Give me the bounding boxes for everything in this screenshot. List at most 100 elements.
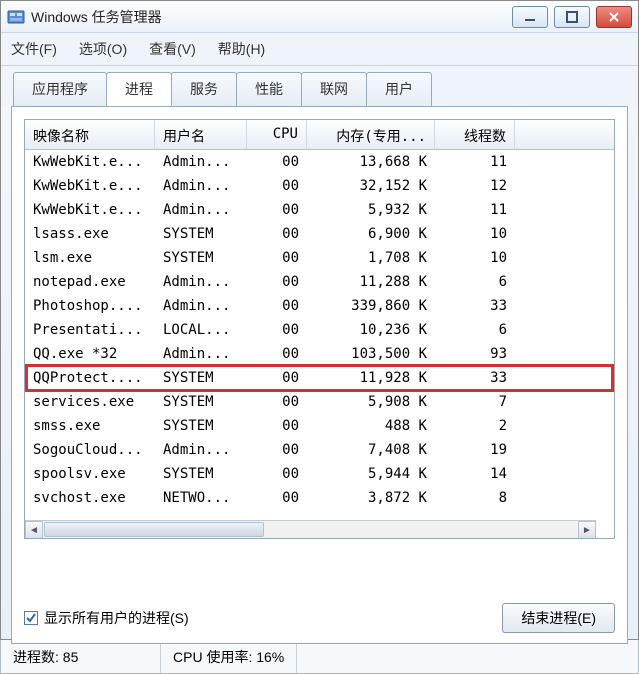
cell-cpu: 00: [247, 488, 307, 508]
app-icon: [7, 8, 25, 26]
col-user[interactable]: 用户名: [155, 120, 247, 149]
cell-thr: 7: [435, 392, 515, 412]
cell-user: SYSTEM: [155, 464, 247, 484]
tab-networking[interactable]: 联网: [301, 72, 367, 106]
cell-thr: 14: [435, 464, 515, 484]
cell-mem: 5,908 K: [307, 392, 435, 412]
titlebar[interactable]: Windows 任务管理器: [1, 1, 638, 33]
cell-cpu: 00: [247, 464, 307, 484]
window-title: Windows 任务管理器: [31, 7, 162, 27]
cell-mem: 103,500 K: [307, 344, 435, 364]
col-image-name[interactable]: 映像名称: [25, 120, 155, 149]
menu-options[interactable]: 选项(O): [75, 37, 131, 61]
cell-user: Admin...: [155, 272, 247, 292]
cell-name: notepad.exe: [25, 272, 155, 292]
cell-thr: 12: [435, 176, 515, 196]
cell-mem: 10,236 K: [307, 320, 435, 340]
tab-processes[interactable]: 进程: [106, 72, 172, 106]
cell-mem: 13,668 K: [307, 152, 435, 172]
menu-help[interactable]: 帮助(H): [214, 37, 269, 61]
table-row[interactable]: services.exeSYSTEM005,908 K7: [25, 390, 614, 414]
cell-cpu: 00: [247, 440, 307, 460]
close-button[interactable]: [596, 6, 632, 28]
cell-name: svchost.exe: [25, 488, 155, 508]
cell-cpu: 00: [247, 296, 307, 316]
col-cpu[interactable]: CPU: [247, 120, 307, 149]
table-row[interactable]: svchost.exeNETWO...003,872 K8: [25, 486, 614, 510]
col-threads[interactable]: 线程数: [435, 120, 515, 149]
panel-bottom: 显示所有用户的进程(S) 结束进程(E): [24, 603, 615, 633]
end-process-button[interactable]: 结束进程(E): [502, 603, 615, 633]
scroll-thumb[interactable]: [44, 522, 264, 537]
table-row[interactable]: QQProtect....SYSTEM0011,928 K33: [25, 366, 614, 390]
scroll-track[interactable]: [265, 521, 578, 538]
menu-view[interactable]: 查看(V): [145, 37, 200, 61]
cell-mem: 6,900 K: [307, 224, 435, 244]
window-controls: [512, 6, 632, 28]
cell-user: NETWO...: [155, 488, 247, 508]
minimize-button[interactable]: [512, 6, 548, 28]
cell-name: spoolsv.exe: [25, 464, 155, 484]
cell-user: SYSTEM: [155, 416, 247, 436]
table-row[interactable]: QQ.exe *32Admin...00103,500 K93: [25, 342, 614, 366]
cell-user: SYSTEM: [155, 368, 247, 388]
table-body[interactable]: KwWebKit.e...Admin...0013,668 K11KwWebKi…: [25, 150, 614, 510]
menu-file[interactable]: 文件(F): [7, 37, 61, 61]
table-row[interactable]: smss.exeSYSTEM00488 K2: [25, 414, 614, 438]
table-row[interactable]: Photoshop....Admin...00339,860 K33: [25, 294, 614, 318]
col-memory[interactable]: 内存(专用...: [307, 120, 435, 149]
cell-user: SYSTEM: [155, 248, 247, 268]
tab-users[interactable]: 用户: [366, 72, 432, 106]
tab-services[interactable]: 服务: [171, 72, 237, 106]
cell-user: Admin...: [155, 296, 247, 316]
cell-user: Admin...: [155, 200, 247, 220]
cell-mem: 11,928 K: [307, 368, 435, 388]
tab-applications[interactable]: 应用程序: [13, 72, 107, 106]
horizontal-scrollbar[interactable]: ◄ ►: [25, 520, 596, 538]
cell-user: SYSTEM: [155, 224, 247, 244]
tabbar: 应用程序 进程 服务 性能 联网 用户: [1, 66, 638, 106]
cell-thr: 11: [435, 200, 515, 220]
cell-name: KwWebKit.e...: [25, 200, 155, 220]
table-row[interactable]: KwWebKit.e...Admin...0032,152 K12: [25, 174, 614, 198]
cell-cpu: 00: [247, 248, 307, 268]
table-row[interactable]: Presentati...LOCAL...0010,236 K6: [25, 318, 614, 342]
table-row[interactable]: notepad.exeAdmin...0011,288 K6: [25, 270, 614, 294]
status-cpu-usage: CPU 使用率: 16%: [161, 640, 297, 673]
cell-mem: 339,860 K: [307, 296, 435, 316]
cell-cpu: 00: [247, 176, 307, 196]
scroll-left-arrow[interactable]: ◄: [25, 521, 43, 539]
cell-thr: 93: [435, 344, 515, 364]
cell-cpu: 00: [247, 224, 307, 244]
cell-user: Admin...: [155, 176, 247, 196]
cell-thr: 19: [435, 440, 515, 460]
cell-thr: 10: [435, 248, 515, 268]
tab-performance[interactable]: 性能: [236, 72, 302, 106]
table-row[interactable]: spoolsv.exeSYSTEM005,944 K14: [25, 462, 614, 486]
table-row[interactable]: KwWebKit.e...Admin...005,932 K11: [25, 198, 614, 222]
cell-thr: 11: [435, 152, 515, 172]
show-all-users-checkbox[interactable]: [24, 611, 38, 625]
cell-cpu: 00: [247, 416, 307, 436]
cell-user: Admin...: [155, 440, 247, 460]
cell-user: LOCAL...: [155, 320, 247, 340]
table-header: 映像名称 用户名 CPU 内存(专用... 线程数: [25, 120, 614, 150]
show-all-users-label: 显示所有用户的进程(S): [44, 608, 189, 628]
cell-name: KwWebKit.e...: [25, 152, 155, 172]
cell-mem: 5,932 K: [307, 200, 435, 220]
statusbar: 进程数: 85 CPU 使用率: 16%: [0, 640, 639, 674]
cell-thr: 6: [435, 272, 515, 292]
table-row[interactable]: SogouCloud...Admin...007,408 K19: [25, 438, 614, 462]
cell-mem: 488 K: [307, 416, 435, 436]
cell-name: Photoshop....: [25, 296, 155, 316]
cell-name: KwWebKit.e...: [25, 176, 155, 196]
show-all-users-area[interactable]: 显示所有用户的进程(S): [24, 608, 189, 628]
table-row[interactable]: lsass.exeSYSTEM006,900 K10: [25, 222, 614, 246]
scroll-right-arrow[interactable]: ►: [578, 521, 596, 539]
cell-cpu: 00: [247, 344, 307, 364]
table-row[interactable]: lsm.exeSYSTEM001,708 K10: [25, 246, 614, 270]
cell-name: QQProtect....: [25, 368, 155, 388]
maximize-button[interactable]: [554, 6, 590, 28]
table-row[interactable]: KwWebKit.e...Admin...0013,668 K11: [25, 150, 614, 174]
task-manager-window: Windows 任务管理器 文件(F) 选项(O) 查看(V) 帮助(H) 应用…: [0, 0, 639, 640]
